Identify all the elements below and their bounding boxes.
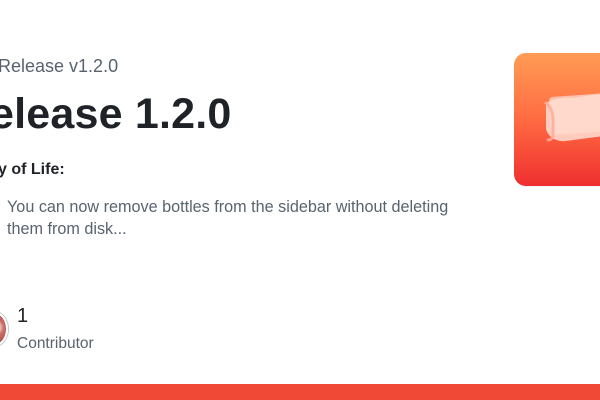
contributors-label: Contributor	[17, 335, 94, 352]
contributors-count: 1	[17, 305, 29, 327]
release-preview-card: Release v1.2.0 elease 1.2.0 y of Life: Y…	[0, 0, 600, 400]
orange-app-icon	[514, 53, 600, 186]
contributors-summary: 1 Contributor	[0, 304, 140, 356]
release-subtitle: Release v1.2.0	[0, 56, 119, 76]
release-title: elease 1.2.0	[0, 90, 232, 138]
release-notes-heading: y of Life:	[0, 161, 65, 178]
avatar	[0, 312, 8, 346]
release-note-summary: You can now remove bottles from the side…	[7, 198, 449, 238]
bottom-accent-bar	[0, 384, 600, 400]
release-note-item: You can now remove bottles from the side…	[0, 196, 480, 242]
app-logo-icon	[544, 94, 600, 142]
